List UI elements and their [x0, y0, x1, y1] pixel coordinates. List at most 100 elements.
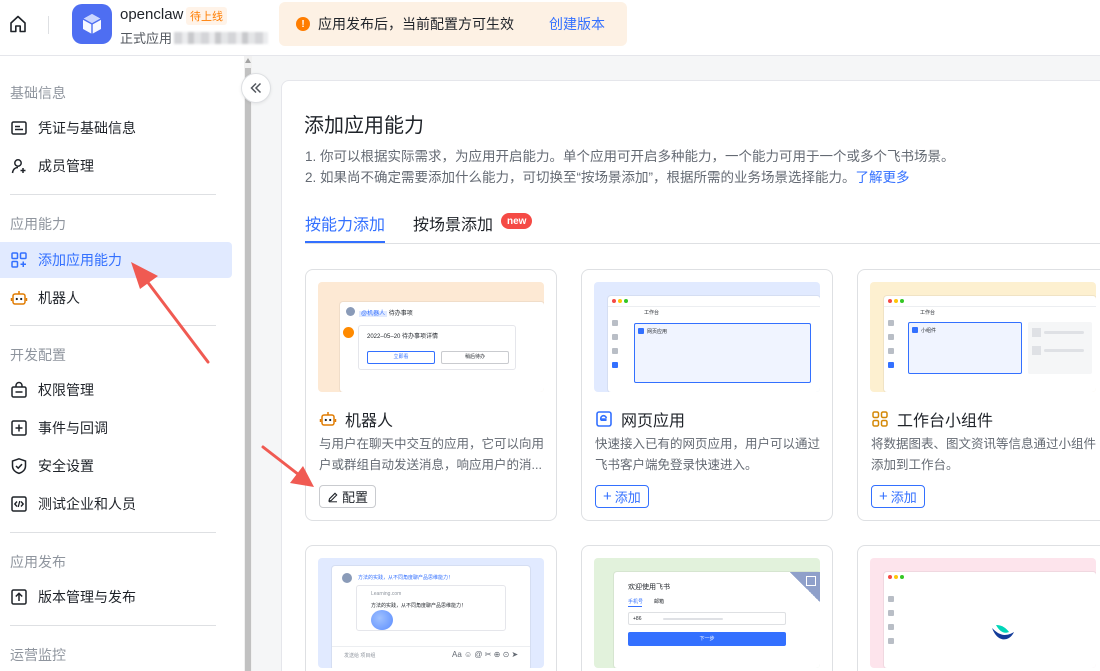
configure-button[interactable]: 配置	[319, 485, 377, 508]
header-divider	[48, 16, 49, 34]
card-preview-widget: 工作台 小组件	[870, 282, 1096, 392]
avatar	[346, 307, 355, 316]
tab-by-capability[interactable]: 按能力添加	[305, 211, 385, 235]
sidebar-item-versions[interactable]: 版本管理与发布	[0, 579, 232, 615]
mock-primary-button: 立即看	[367, 351, 435, 364]
sidebar-section-release: 应用发布	[10, 554, 66, 570]
button-label: 添加	[890, 490, 917, 505]
window-divider	[608, 306, 820, 307]
login-window-mock: 欢迎使用飞书 手机号 邮箱 +86 下一步	[614, 572, 820, 668]
card-preview-robot: @机器人 待办事项 2022–05–20 待办事项详情 立即看 稍后待办	[318, 282, 544, 392]
sidebar-item-label: 事件与回调	[38, 420, 108, 436]
web-app-icon	[595, 410, 613, 428]
sidebar-item-security[interactable]: 安全设置	[0, 448, 232, 484]
workplace-window-mock: 工作台 小组件	[884, 296, 1096, 392]
robot-avatar-icon	[343, 327, 354, 338]
sidebar-divider	[10, 194, 216, 195]
credential-icon	[10, 119, 28, 137]
sidebar-item-label: 成员管理	[38, 158, 94, 174]
mock-side-icon	[888, 334, 894, 340]
sidebar-item-robot[interactable]: 机器人	[0, 280, 232, 316]
capability-card-link-preview[interactable]: 方法的实践，从不同角度聊产品思维能力！ Learning.com 方法的实践，从…	[305, 545, 557, 671]
card-title: 网页应用	[595, 407, 685, 431]
capability-card-login[interactable]: 欢迎使用飞书 手机号 邮箱 +86 下一步	[581, 545, 833, 671]
sidebar-item-add-capability[interactable]: 添加应用能力	[0, 242, 232, 278]
edit-icon	[328, 492, 338, 502]
mock-secondary-button: 稍后待办	[441, 351, 509, 364]
mock-thumb	[1032, 328, 1041, 337]
top-header: openclaw 待上线 正式应用 ! 应用发布后，当前配置方可生效 创建版本	[0, 0, 1100, 56]
mock-widget-side	[1028, 322, 1092, 374]
mock-link-title: 方法的实践，从不同角度聊产品思维能力！	[371, 603, 467, 609]
card-title-text: 网页应用	[621, 413, 686, 430]
sidebar-divider	[10, 625, 216, 626]
tab-by-scenario[interactable]: 按场景添加	[413, 211, 493, 235]
create-version-link[interactable]: 创建版本	[549, 14, 605, 34]
collapse-sidebar-button[interactable]	[241, 73, 271, 103]
sidebar-item-permissions[interactable]: 权限管理	[0, 372, 232, 408]
mock-side-icon	[612, 362, 618, 368]
sidebar-item-events[interactable]: 事件与回调	[0, 410, 232, 446]
mock-web-frame: 网页应用	[634, 323, 811, 383]
mock-phone-input: +86	[628, 612, 786, 625]
sidebar-divider	[10, 325, 216, 326]
sidebar-section-basic: 基础信息	[10, 85, 66, 101]
mock-side-icon	[888, 610, 894, 616]
sidebar-item-members[interactable]: 成员管理	[0, 148, 232, 184]
capability-card-app-window[interactable]	[857, 545, 1100, 671]
capability-card-web-app[interactable]: 工作台 网页应用 网页应用 快速接入已有的网页应用，用户可以通过飞书客户端免登录…	[581, 269, 833, 521]
window-dot	[900, 299, 904, 303]
browser-window-mock: 工作台 网页应用	[608, 296, 820, 392]
sidebar-item-label: 测试企业和人员	[38, 496, 136, 512]
window-divider	[884, 306, 1096, 307]
notice-text: 应用发布后，当前配置方可生效	[318, 16, 514, 32]
scroll-thumb[interactable]	[245, 68, 251, 671]
card-title: 机器人	[319, 407, 393, 431]
capability-card-robot[interactable]: @机器人 待办事项 2022–05–20 待办事项详情 立即看 稍后待办 机器人…	[305, 269, 557, 521]
sidebar-item-test-org[interactable]: 测试企业和人员	[0, 486, 232, 522]
card-title: 工作台小组件	[871, 407, 993, 431]
mock-app-label: 网页应用	[647, 329, 668, 335]
test-code-icon	[10, 495, 28, 513]
mock-next-button: 下一步	[628, 632, 786, 646]
sidebar-item-credentials[interactable]: 凭证与基础信息	[0, 110, 232, 146]
sidebar-item-label: 版本管理与发布	[38, 589, 136, 605]
window-dot	[618, 299, 622, 303]
avatar	[342, 573, 352, 583]
window-dot	[612, 299, 616, 303]
window-dot	[894, 299, 898, 303]
scroll-up-arrow-icon[interactable]	[245, 58, 251, 63]
add-button[interactable]: + 添加	[871, 485, 925, 508]
sidebar-item-label: 权限管理	[38, 382, 94, 398]
mock-input: 发送给 项目组	[344, 653, 376, 659]
mock-tab-label: 工作台	[920, 310, 936, 316]
widget-icon	[871, 410, 889, 428]
mock-country-code: +86	[633, 616, 642, 622]
chat-window-mock: @机器人 待办事项 2022–05–20 待办事项详情 立即看 稍后待办	[340, 302, 544, 392]
mock-tab-label: 工作台	[644, 310, 660, 316]
sidebar: 基础信息 凭证与基础信息 成员管理 应用能力 添加应用能力 机器人 开发配置 权…	[0, 56, 244, 671]
mock-tab-phone: 手机号	[628, 599, 644, 605]
mock-link-card: Learning.com 方法的实践，从不同角度聊产品思维能力！	[356, 585, 506, 631]
mock-thumb	[1032, 346, 1041, 355]
mock-mention: @机器人	[359, 311, 388, 317]
mock-widget-label: 小组件	[921, 328, 937, 334]
card-description: 快速接入已有的网页应用，用户可以通过飞书客户端免登录快速进入。	[595, 437, 821, 472]
mock-card-text: 2022–05–20 待办事项详情	[367, 334, 439, 340]
permission-icon	[10, 381, 28, 399]
capability-card-widget[interactable]: 工作台 小组件 工作台小组件 将数据图表、图文资讯等信息通过小组件添加到工作台。…	[857, 269, 1100, 521]
double-chevron-left-icon	[250, 82, 262, 94]
card-description: 与用户在聊天中交互的应用，它可以向用户或群组自动发送消息，响应用户的消...	[319, 437, 545, 472]
new-badge: new	[501, 213, 533, 229]
sidebar-scrollbar[interactable]	[244, 56, 252, 671]
event-icon	[10, 419, 28, 437]
home-icon[interactable]	[7, 13, 29, 35]
sidebar-divider	[10, 532, 216, 533]
publish-notice-banner: ! 应用发布后，当前配置方可生效 创建版本	[279, 2, 627, 46]
learn-more-link[interactable]: 了解更多	[856, 170, 910, 185]
upload-icon	[10, 588, 28, 606]
add-button[interactable]: + 添加	[595, 485, 649, 508]
member-add-icon	[10, 157, 28, 175]
mock-welcome: 欢迎使用飞书	[628, 584, 670, 591]
app-window-mock	[884, 572, 1096, 668]
